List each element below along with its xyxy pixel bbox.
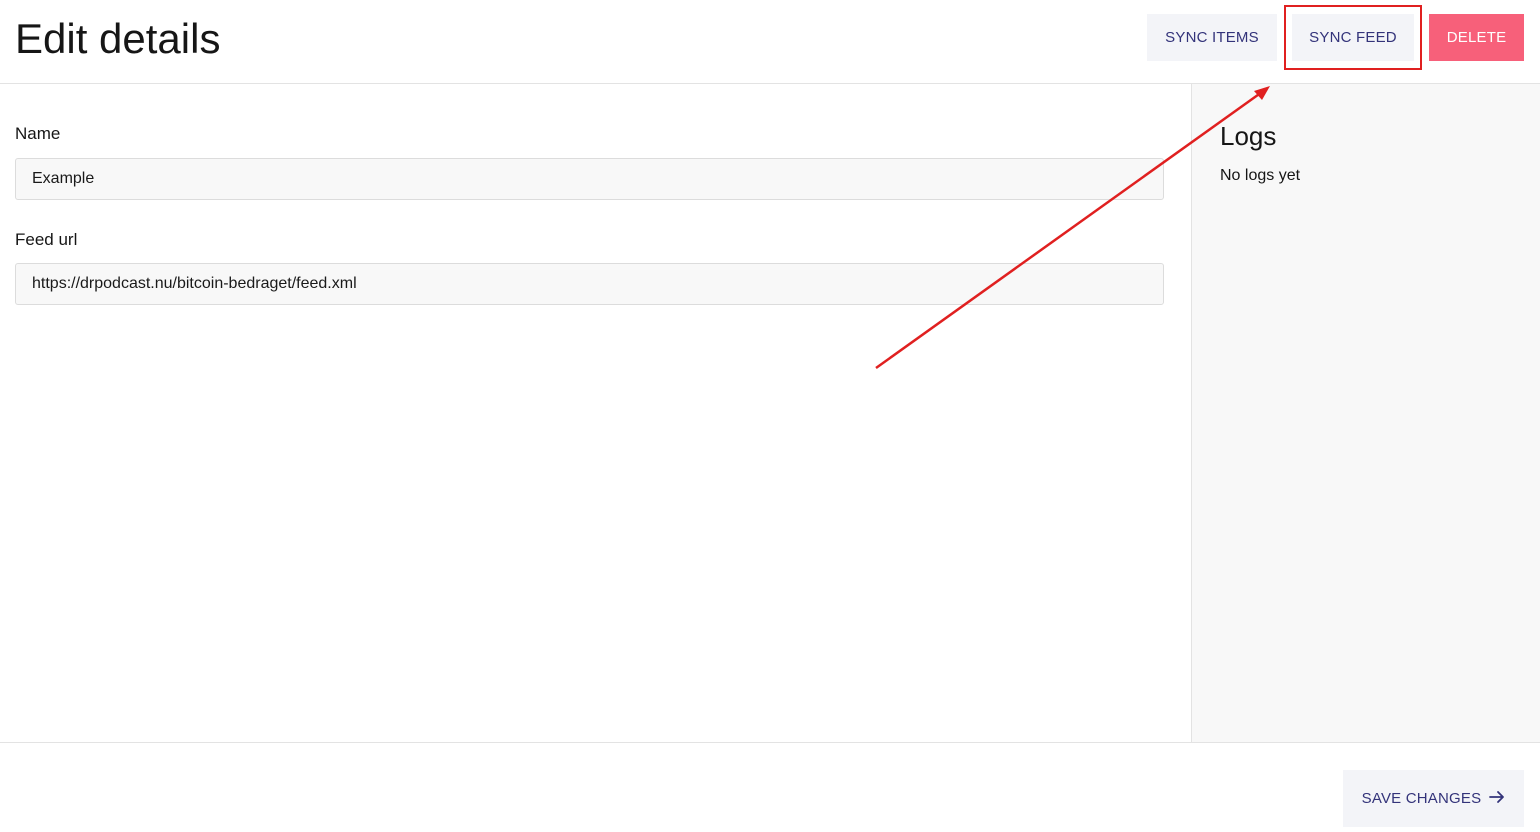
edit-details-page: Edit details SYNC ITEMS SYNC FEED DELETE… [0,0,1540,832]
arrow-right-icon [1489,789,1505,808]
page-title: Edit details [15,15,221,62]
logs-panel: Logs No logs yet [1191,84,1540,742]
sync-feed-button[interactable]: SYNC FEED [1292,14,1414,61]
sync-items-button[interactable]: SYNC ITEMS [1147,14,1277,61]
delete-button[interactable]: DELETE [1429,14,1524,61]
name-label: Name [15,124,61,143]
name-field[interactable] [15,158,1164,200]
feed-url-label: Feed url [15,230,78,249]
feed-url-field[interactable] [15,263,1164,305]
logs-title: Logs [1220,121,1277,151]
logs-empty-text: No logs yet [1220,167,1301,184]
save-changes-label: SAVE CHANGES [1361,790,1482,807]
details-form: Name Feed url [0,84,1191,742]
page-header: Edit details SYNC ITEMS SYNC FEED DELETE [0,0,1540,84]
page-footer: SAVE CHANGES [0,742,1540,832]
save-changes-button[interactable]: SAVE CHANGES [1343,770,1524,827]
